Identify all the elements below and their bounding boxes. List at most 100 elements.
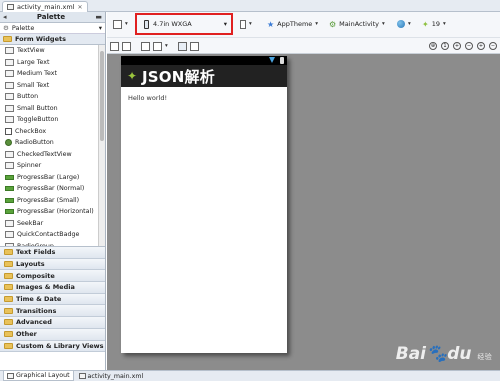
palette-widget-item[interactable]: ProgressBar (Horizontal) <box>0 206 105 218</box>
palette-scrollbar[interactable] <box>98 45 105 246</box>
baseline-icon[interactable] <box>189 41 199 51</box>
category-form-widgets[interactable]: Form Widgets <box>0 34 105 45</box>
category-label: Advanced <box>16 318 52 327</box>
widget-label: Medium Text <box>17 70 57 78</box>
palette-widget-item[interactable]: Large Text <box>0 57 105 69</box>
palette-widget-item[interactable]: Medium Text <box>0 68 105 80</box>
chevron-down-icon: ▾ <box>382 21 385 27</box>
app-title: JSON解析 <box>142 67 215 86</box>
radio-icon <box>5 139 12 147</box>
folder-icon <box>4 284 13 291</box>
palette-widget-item[interactable]: ProgressBar (Normal) <box>0 183 105 195</box>
layout-toolbar: ▾ 4.7in WXGA ▾ ▾ ★ AppTheme ▾ ⚙ MainActi… <box>107 12 500 38</box>
palette-widget-item[interactable]: Button <box>0 91 105 103</box>
device-preview[interactable]: ✦ JSON解析 Hello world! <box>121 56 287 353</box>
palette-widget-item[interactable]: RadioButton <box>0 137 105 149</box>
zoom-actual-icon[interactable]: 1 <box>441 42 449 50</box>
widget-label: TextView <box>17 47 45 55</box>
api-level-selector[interactable]: ✦ 19 ▾ <box>422 18 446 30</box>
palette-category[interactable]: Transitions <box>0 305 105 318</box>
widget-label: QuickContactBadge <box>17 231 80 239</box>
palette-category[interactable]: Layouts <box>0 258 105 271</box>
palette-widget-item[interactable]: ProgressBar (Large) <box>0 172 105 184</box>
gravity-icon[interactable] <box>153 41 162 51</box>
star-icon: ★ <box>267 19 275 29</box>
theme-selector[interactable]: ★ AppTheme ▾ <box>267 18 318 30</box>
button-icon <box>5 116 14 124</box>
portrait-icon <box>240 19 246 29</box>
close-tab-icon[interactable]: ✕ <box>78 4 83 11</box>
margins-icon[interactable] <box>141 41 150 51</box>
zoom-out-icon[interactable]: − <box>465 42 473 50</box>
palette-widget-item[interactable]: CheckedTextView <box>0 149 105 161</box>
palette-selector-label: Palette <box>11 24 35 32</box>
activity-gear-icon: ⚙ <box>329 19 337 29</box>
fill-width-icon[interactable] <box>110 41 119 51</box>
widget-list: TextView Large Text Medium Text Small Text B… <box>0 45 105 247</box>
textview-icon <box>5 58 14 66</box>
folder-icon <box>4 296 13 303</box>
chevron-down-icon: ▾ <box>223 20 227 28</box>
distribute-icon[interactable] <box>177 41 187 51</box>
file-tab-label: activity_main.xml <box>17 3 75 11</box>
zoom-in-alt-icon[interactable]: + <box>477 42 485 50</box>
device-selector[interactable]: 4.7in WXGA ▾ <box>135 13 233 35</box>
palette-widget-item[interactable]: SeekBar <box>0 218 105 230</box>
palette-minimize-icon[interactable]: ▬ <box>95 13 102 21</box>
category-label: Composite <box>16 271 55 280</box>
palette-category[interactable]: Composite <box>0 270 105 283</box>
textview-icon <box>5 150 14 158</box>
palette-category[interactable]: Images & Media <box>0 282 105 294</box>
palette-widget-item[interactable]: Spinner <box>0 160 105 172</box>
category-label: Text Fields <box>16 248 56 257</box>
palette-category[interactable]: Custom & Library Views <box>0 340 105 353</box>
category-label: Custom & Library Views <box>16 341 104 350</box>
palette-widget-item[interactable]: Small Button <box>0 103 105 115</box>
palette-category[interactable]: Text Fields <box>0 247 105 259</box>
zoom-in-icon[interactable]: + <box>453 42 461 50</box>
hello-textview[interactable]: Hello world! <box>128 94 167 102</box>
palette-category[interactable]: Advanced <box>0 317 105 329</box>
api-level-label: 19 <box>431 20 440 28</box>
palette-selector[interactable]: ⚙ Palette ▾ <box>0 23 105 34</box>
android-app-icon: ✦ <box>127 69 138 83</box>
layout-canvas[interactable]: ✦ JSON解析 Hello world! Bai🐾du 经验 <box>107 54 500 370</box>
chevron-down-icon: ▾ <box>408 21 411 27</box>
locale-selector[interactable]: ▾ <box>397 18 411 30</box>
checkbox-icon <box>5 127 12 135</box>
palette-widget-item[interactable]: TextView <box>0 45 105 57</box>
tab-graphical-layout[interactable]: Graphical Layout <box>3 371 74 381</box>
zoom-fit-icon[interactable]: ⊕ <box>429 42 437 50</box>
button-icon <box>5 104 14 112</box>
action-bar[interactable]: ✦ JSON解析 <box>121 65 287 87</box>
palette-widget-item[interactable]: ToggleButton <box>0 114 105 126</box>
fill-height-icon[interactable] <box>122 41 131 51</box>
palette-category[interactable]: Other <box>0 328 105 341</box>
scrollbar-thumb[interactable] <box>100 51 104 141</box>
tab-xml-source[interactable]: activity_main.xml <box>76 371 147 381</box>
category-label: Time & Date <box>16 295 62 304</box>
category-label: Layouts <box>16 260 45 269</box>
zoom-out-alt-icon[interactable]: − <box>489 42 497 50</box>
collapse-left-icon[interactable]: ◂ <box>3 13 7 21</box>
orientation-button[interactable]: ▾ <box>240 18 252 30</box>
palette-widget-item[interactable]: Small Text <box>0 80 105 92</box>
phone-icon <box>144 19 149 29</box>
category-label: Other <box>16 330 37 339</box>
category-label: Form Widgets <box>15 35 66 43</box>
chevron-down-icon[interactable]: ▾ <box>165 43 168 49</box>
palette-header: ◂ Palette ▬ <box>0 12 105 23</box>
palette-widget-item[interactable]: CheckBox <box>0 126 105 138</box>
palette-category[interactable]: Time & Date <box>0 293 105 306</box>
activity-selector[interactable]: ⚙ MainActivity ▾ <box>329 18 385 30</box>
progressbar-icon <box>5 209 14 215</box>
palette-widget-item[interactable]: QuickContactBadge <box>0 229 105 241</box>
palette-widget-item[interactable]: ProgressBar (Small) <box>0 195 105 207</box>
editor-tab-bar: activity_main.xml ✕ <box>0 0 500 12</box>
widget-label: Small Text <box>17 81 50 89</box>
file-tab[interactable]: activity_main.xml ✕ <box>2 1 88 12</box>
folder-open-icon <box>3 36 12 42</box>
layout-options-button[interactable]: ▾ <box>113 18 128 30</box>
radiogroup-icon <box>5 242 14 246</box>
palette-widget-item[interactable]: RadioGroup <box>0 241 105 246</box>
